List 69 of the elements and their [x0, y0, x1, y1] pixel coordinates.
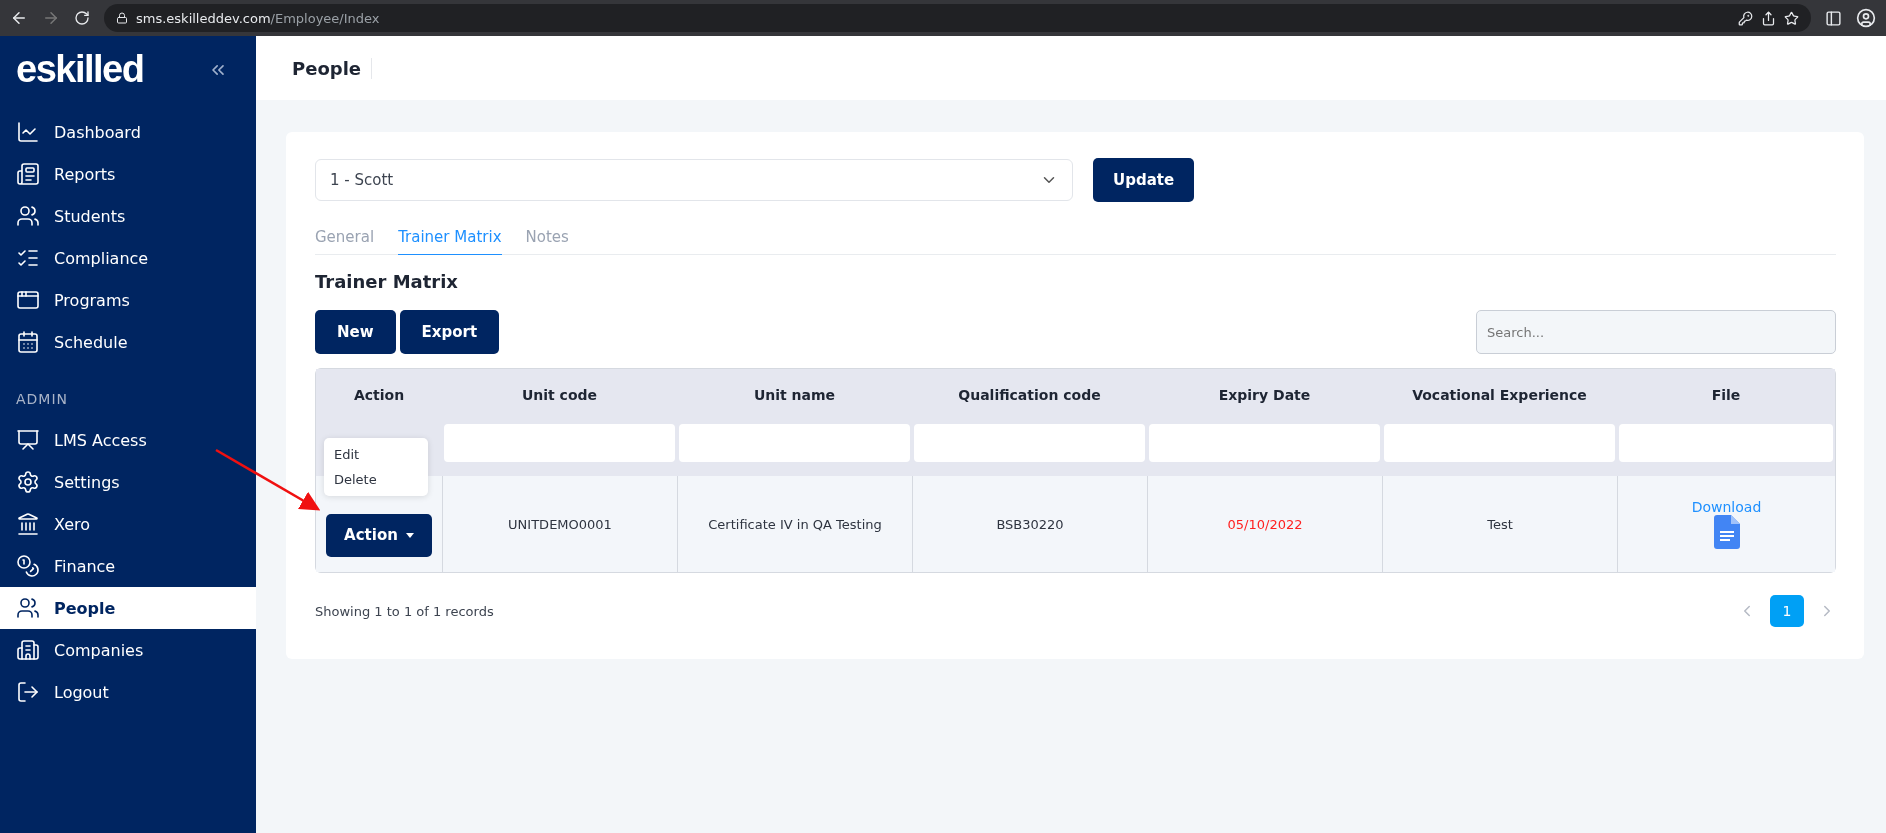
table-cell: BSB30220: [912, 476, 1147, 572]
menu-item[interactable]: Delete: [324, 467, 428, 492]
back-icon[interactable]: [10, 9, 28, 27]
caret-icon: [405, 532, 414, 538]
sidebar-item[interactable]: Finance: [0, 545, 256, 587]
reload-icon[interactable]: [74, 10, 90, 26]
star-icon[interactable]: [1784, 10, 1799, 26]
section-heading: Trainer Matrix: [315, 271, 459, 292]
filter-field[interactable]: [1619, 424, 1833, 462]
search-field[interactable]: Search...: [1476, 310, 1836, 354]
column-header: Vocational Experience: [1382, 369, 1617, 421]
filter-field[interactable]: [1149, 424, 1380, 462]
calendar-icon: [16, 330, 40, 354]
share-icon[interactable]: [1761, 10, 1776, 26]
column-header: Qualification code: [912, 369, 1147, 421]
url-host: sms.eskilleddev.com: [136, 10, 271, 26]
sidebar-item[interactable]: Reports: [0, 153, 256, 195]
filter-field[interactable]: [914, 424, 1145, 462]
sidebar-item[interactable]: LMS Access: [0, 419, 256, 461]
export-button[interactable]: Export: [399, 310, 500, 354]
sidebar-item[interactable]: Companies: [0, 629, 256, 671]
sidebar-item[interactable]: Schedule: [0, 321, 256, 363]
presentation-icon: [16, 428, 40, 452]
filter-field[interactable]: [679, 424, 910, 462]
chart-icon: [16, 120, 40, 144]
report-icon: [16, 162, 40, 186]
column-header: File: [1617, 369, 1835, 421]
logout-icon: [16, 680, 40, 704]
table-cell: 05/10/2022: [1147, 476, 1382, 572]
table-cell: Test: [1382, 476, 1617, 572]
address-bar[interactable]: sms.eskilleddev.com/Employee/Index: [104, 4, 1811, 32]
building-icon: [16, 638, 40, 662]
sidebar-item[interactable]: Settings: [0, 461, 256, 503]
column-header: Unit code: [442, 369, 677, 421]
side-panel-icon[interactable]: [1825, 9, 1842, 27]
page-title: People: [292, 57, 373, 79]
sidebar-item[interactable]: Dashboard: [0, 111, 256, 153]
action-button[interactable]: Action: [326, 513, 432, 557]
key-icon[interactable]: [1738, 10, 1753, 26]
update-button[interactable]: Update: [1093, 158, 1195, 202]
column-header: Unit name: [677, 369, 912, 421]
document-icon: [1713, 515, 1740, 549]
sidebar-item[interactable]: Logout: [0, 671, 256, 713]
sidebar-item[interactable]: Xero: [0, 503, 256, 545]
sidebar-item[interactable]: Compliance: [0, 237, 256, 279]
profile-icon[interactable]: [1856, 8, 1876, 28]
column-header: Action: [316, 369, 442, 421]
url-path: /Employee/Index: [270, 10, 380, 26]
users-icon: [16, 596, 40, 620]
bank-icon: [16, 512, 40, 536]
section-title: ADMIN: [15, 390, 70, 409]
sidebar-item[interactable]: Students: [0, 195, 256, 237]
sidebar-item[interactable]: Programs: [0, 279, 256, 321]
logo: eskilled: [16, 48, 144, 91]
table-cell: Certificate IV in QA Testing: [677, 476, 912, 572]
column-header: Expiry Date: [1147, 369, 1382, 421]
sidebar-item[interactable]: People: [0, 587, 256, 629]
filter-field[interactable]: [444, 424, 675, 462]
coins-icon: [16, 554, 40, 578]
records-summary: Showing 1 to 1 of 1 records: [315, 603, 494, 619]
window-icon: [16, 288, 40, 312]
person-select[interactable]: 1 - Scott: [315, 159, 1073, 201]
users-icon: [16, 204, 40, 228]
filter-field[interactable]: [1384, 424, 1615, 462]
lock-icon: [116, 12, 128, 24]
new-button[interactable]: New: [315, 310, 396, 354]
forward-icon[interactable]: [42, 9, 60, 27]
settings-icon: [16, 470, 40, 494]
table-cell: UNITDEMO0001: [442, 476, 677, 572]
